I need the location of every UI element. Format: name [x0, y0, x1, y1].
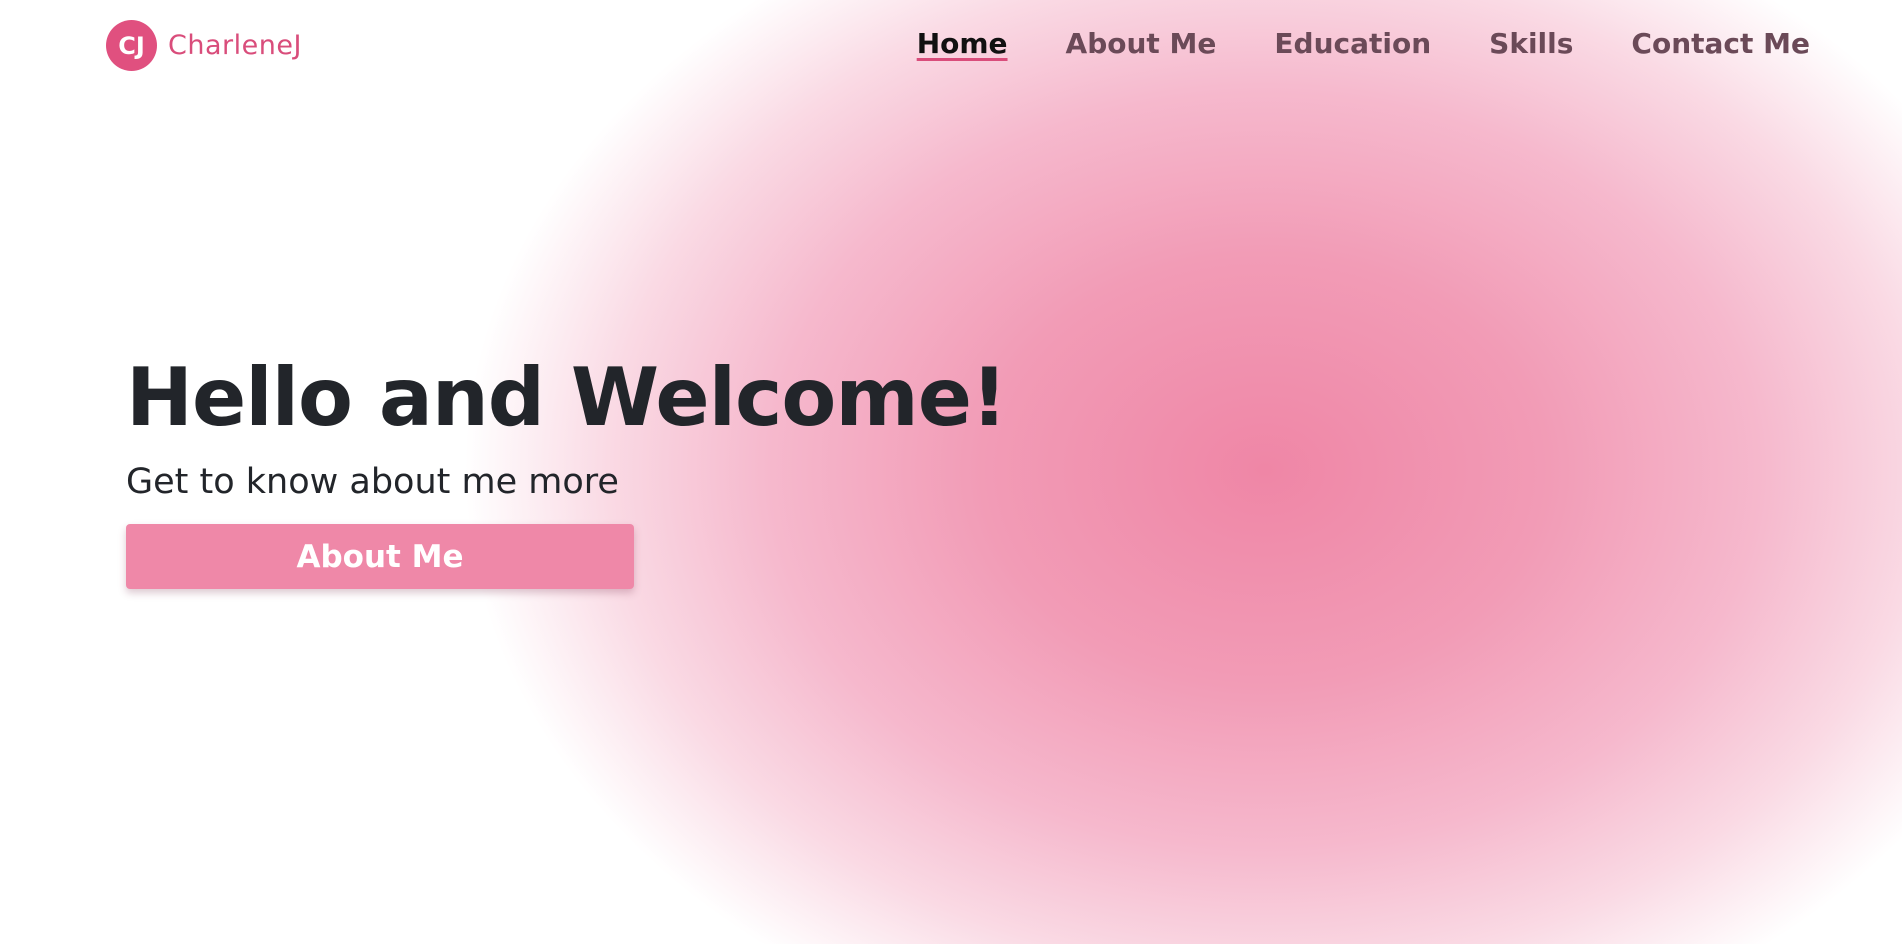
brand-name: CharleneJ: [168, 30, 302, 61]
page: CJ CharleneJ Home About Me Education Ski…: [0, 0, 1902, 944]
nav-links: Home About Me Education Skills Contact M…: [917, 24, 1810, 64]
brand-logo: CJ: [106, 20, 157, 71]
hero-title: Hello and Welcome!: [126, 351, 1007, 444]
brand-link[interactable]: CJ CharleneJ: [106, 20, 302, 71]
hero-subtitle: Get to know about me more: [126, 462, 619, 502]
nav-link-skills[interactable]: Skills: [1489, 24, 1573, 64]
hero-section: Hello and Welcome! Get to know about me …: [126, 350, 1007, 589]
nav-link-education[interactable]: Education: [1274, 24, 1431, 64]
navbar: CJ CharleneJ Home About Me Education Ski…: [0, 0, 1902, 90]
nav-link-home[interactable]: Home: [917, 24, 1008, 64]
about-me-button[interactable]: About Me: [126, 524, 634, 589]
nav-link-about-me[interactable]: About Me: [1066, 24, 1217, 64]
nav-link-contact-me[interactable]: Contact Me: [1631, 24, 1810, 64]
